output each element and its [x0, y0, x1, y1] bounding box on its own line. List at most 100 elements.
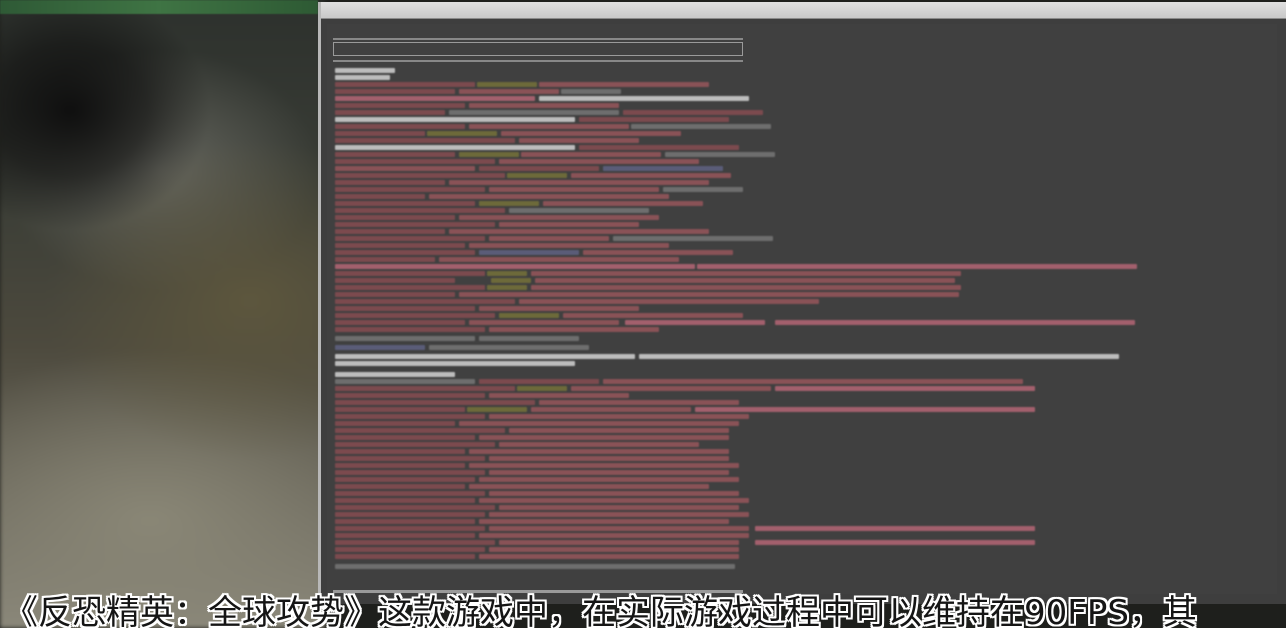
console-log-line — [335, 491, 485, 496]
console-log-line — [335, 354, 635, 359]
console-log-line — [469, 449, 729, 454]
console-log-line — [489, 547, 739, 552]
console-log-line — [697, 264, 1137, 269]
console-log-line — [519, 138, 639, 143]
console-log-line — [335, 264, 695, 269]
console-log-line — [335, 327, 485, 332]
console-log-line — [335, 257, 435, 262]
console-log-line — [479, 533, 749, 538]
console-log-line — [489, 491, 739, 496]
console-log-line — [335, 243, 465, 248]
console-log-line — [335, 336, 475, 341]
console-log-line — [479, 201, 539, 206]
console-log-line — [531, 407, 691, 412]
console-log-line — [487, 285, 527, 290]
console-log-line — [509, 208, 649, 213]
console-log-line — [335, 187, 485, 192]
game-window-titlebar — [0, 0, 318, 14]
console-log-line — [459, 152, 519, 157]
console-log-line — [499, 159, 699, 164]
console-log-line — [489, 187, 659, 192]
console-log-line — [335, 117, 575, 122]
console-log-line — [489, 393, 629, 398]
console-log-line — [519, 299, 819, 304]
console-log-line — [335, 75, 390, 80]
console-log-line — [429, 194, 669, 199]
console-log-line — [499, 313, 559, 318]
console-log-line — [335, 414, 485, 419]
console-log-line — [477, 82, 537, 87]
console-log-line — [489, 526, 749, 531]
console-log-line — [469, 463, 739, 468]
console-log-line — [335, 173, 505, 178]
console-log-line — [603, 166, 723, 171]
console-log-line — [427, 131, 497, 136]
console-log-line — [459, 215, 659, 220]
console-log-line — [335, 103, 465, 108]
game-background — [0, 0, 325, 628]
console-command-input[interactable] — [333, 42, 743, 56]
console-log-line — [487, 271, 527, 276]
console-log-line — [531, 271, 961, 276]
console-log-line — [335, 564, 735, 569]
console-log-line — [335, 540, 495, 545]
console-log-line — [539, 400, 739, 405]
console-log-line — [489, 456, 729, 461]
console-log-line — [583, 250, 733, 255]
console-log-line — [335, 361, 575, 366]
console-log-line — [479, 498, 749, 503]
console-log-line — [539, 96, 749, 101]
console-log-line — [335, 421, 455, 426]
console-log-line — [449, 180, 709, 185]
console-log-line — [449, 229, 709, 234]
console-log-line — [775, 386, 1035, 391]
console-log-line — [695, 407, 1035, 412]
console-titlebar[interactable] — [321, 2, 1286, 19]
console-log-line — [335, 533, 475, 538]
console-log-line — [335, 215, 455, 220]
console-log-line — [489, 470, 729, 475]
console-log-line — [335, 554, 475, 559]
console-log-line — [489, 236, 609, 241]
console-log-line — [335, 428, 505, 433]
console-log-line — [755, 526, 1035, 531]
console-log-line — [335, 435, 475, 440]
console-log-line — [335, 180, 445, 185]
console-log-line — [335, 292, 455, 297]
console-log-line — [335, 194, 425, 199]
console-log-line — [489, 512, 749, 517]
console-log-line — [335, 201, 475, 206]
console-log-line — [335, 306, 475, 311]
console-log-line — [539, 82, 709, 87]
video-frame: 《反恐精英：全球攻势》这款游戏中，在实际游戏过程中可以维持在90FPS，其 — [0, 0, 1286, 628]
console-log-line — [663, 187, 743, 192]
console-output-area[interactable] — [327, 24, 1277, 594]
console-log-line — [335, 159, 495, 164]
console-log-line — [489, 414, 749, 419]
console-log-line — [335, 271, 485, 276]
console-log-line — [535, 278, 955, 283]
console-log-line — [335, 138, 515, 143]
console-log-line — [335, 498, 475, 503]
console-log-line — [335, 526, 485, 531]
console-log-line — [489, 327, 659, 332]
console-log-line — [459, 89, 559, 94]
console-log-line — [335, 250, 475, 255]
console-log-line — [479, 336, 579, 341]
console-log-line — [335, 145, 575, 150]
console-log-line — [335, 512, 485, 517]
console-log-line — [335, 379, 475, 384]
console-log-line — [531, 285, 961, 290]
console-log-line — [335, 124, 465, 129]
developer-console-window[interactable] — [318, 2, 1286, 604]
console-log-line — [479, 477, 739, 482]
console-log-line — [639, 354, 1119, 359]
console-log-line — [439, 257, 679, 262]
console-log-line — [625, 320, 765, 325]
console-log-line — [479, 250, 579, 255]
console-log-line — [517, 386, 567, 391]
console-log-line — [467, 407, 527, 412]
console-log-line — [603, 379, 1023, 384]
console-log-line — [335, 484, 465, 489]
console-log-line — [335, 393, 485, 398]
